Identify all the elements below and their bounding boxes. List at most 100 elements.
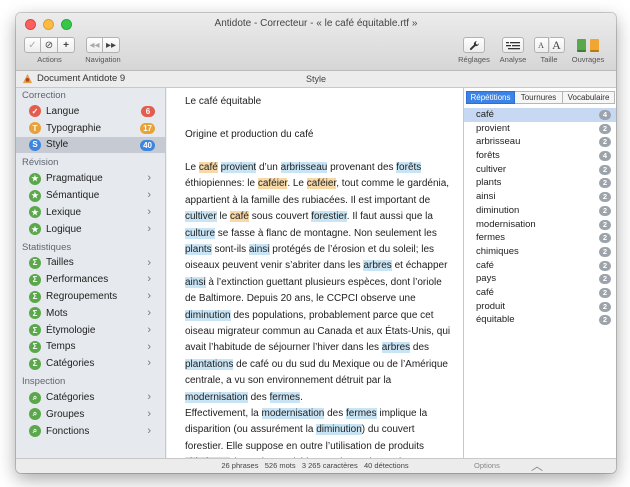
sidebar-item-categories-inspection[interactable]: ⌕ Catégories › — [16, 389, 165, 406]
repetition-word: ainsi — [476, 191, 496, 203]
ouvrages-button[interactable]: Ouvrages — [566, 37, 610, 64]
sidebar-item-semantique[interactable]: ★ Sémantique › — [16, 187, 165, 204]
typography-icon: T — [29, 122, 41, 135]
text-run: éthiopiennes: le — [185, 178, 258, 190]
sidebar-item-tailles[interactable]: Σ Tailles › — [16, 255, 165, 272]
highlighted-repetition[interactable]: caféier — [306, 178, 337, 190]
sidebar-item-mots[interactable]: Σ Mots › — [16, 305, 165, 322]
highlighted-repetition[interactable]: plantations — [185, 358, 234, 370]
highlighted-repetition[interactable]: ainsi — [185, 276, 206, 288]
repetition-item[interactable]: produit 2 — [464, 300, 616, 314]
highlighted-repetition[interactable]: forestier — [311, 211, 347, 223]
highlighted-repetition[interactable]: provient — [220, 162, 257, 173]
taille-label: Taille — [540, 55, 558, 64]
highlighted-repetition[interactable]: cultiver — [185, 211, 217, 223]
repetition-item[interactable]: provient 2 — [464, 122, 616, 136]
highlighted-repetition[interactable]: arbres — [363, 260, 392, 272]
sidebar-item-etymologie[interactable]: Σ Étymologie › — [16, 322, 165, 339]
sidebar-item-fonctions[interactable]: ⌕ Fonctions › — [16, 423, 165, 440]
add-button[interactable]: + — [58, 37, 75, 53]
repetition-item[interactable]: ainsi 2 — [464, 190, 616, 204]
sidebar-item-logique[interactable]: ★ Logique › — [16, 221, 165, 238]
highlighted-repetition[interactable]: diminution — [316, 424, 362, 436]
repetition-item[interactable]: chimiques 2 — [464, 245, 616, 259]
analyse-button[interactable]: Analyse — [496, 37, 530, 64]
sidebar-item-categories-stats[interactable]: Σ Catégories › — [16, 355, 165, 372]
highlighted-repetition[interactable]: forêts — [396, 162, 422, 173]
accept-button[interactable]: ✓ — [24, 37, 41, 53]
sidebar-item-typographie[interactable]: T Typographie 17 — [16, 120, 165, 137]
sidebar-heading: Correction — [22, 90, 66, 101]
repetition-item[interactable]: café 2 — [464, 259, 616, 273]
repetition-item[interactable]: café 2 — [464, 286, 616, 300]
repetition-count-badge: 2 — [599, 233, 611, 244]
text-run: . Il faut aussi que la — [346, 211, 433, 223]
reglages-button[interactable]: Réglages — [456, 37, 492, 64]
highlighted-repetition[interactable]: modernisation — [185, 391, 248, 403]
repetition-item[interactable]: modernisation 2 — [464, 218, 616, 232]
chevron-right-icon: › — [147, 407, 151, 420]
sidebar-item-pragmatique[interactable]: ★ Pragmatique › — [16, 170, 165, 187]
tab-tournures[interactable]: Tournures — [515, 91, 563, 104]
sidebar-section-correction: Correction ✓ Langue 6 T Typographie 17 S… — [16, 88, 165, 154]
repetition-item[interactable]: diminution 2 — [464, 204, 616, 218]
sidebar-item-performances[interactable]: Σ Performances › — [16, 271, 165, 288]
chevron-up-icon[interactable]: ︿ — [531, 457, 543, 473]
window-title: Antidote - Correcteur - « le café équita… — [214, 18, 418, 29]
highlighted-repetition[interactable]: arbres — [381, 342, 411, 354]
chevron-right-icon: › — [147, 306, 151, 319]
highlighted-repetition[interactable]: culture — [185, 227, 216, 239]
sidebar-item-regroupements[interactable]: Σ Regroupements › — [16, 288, 165, 305]
text-run: des — [324, 408, 347, 419]
style-icon: S — [29, 138, 41, 151]
tab-vocabulaire[interactable]: Vocabulaire — [563, 91, 615, 104]
repetition-count-badge: 2 — [599, 123, 611, 134]
ignore-button[interactable]: ⊘ — [41, 37, 58, 53]
document-text-area[interactable]: Le café équitable Origine et production … — [167, 88, 463, 458]
repetition-item[interactable]: cultiver 2 — [464, 163, 616, 177]
repetition-item[interactable]: pays 2 — [464, 272, 616, 286]
highlighted-repetition[interactable]: ainsi — [248, 244, 270, 256]
repetition-item[interactable]: fermes 2 — [464, 231, 616, 245]
sidebar-section-inspection: Inspection ⌕ Catégories › ⌕ Groupes › ⌕ … — [16, 374, 165, 439]
view-title: Style — [305, 74, 326, 84]
sidebar-item-groupes[interactable]: ⌕ Groupes › — [16, 406, 165, 423]
next-button[interactable]: ▸▸ — [103, 37, 120, 53]
repetition-item[interactable]: équitable 2 — [464, 313, 616, 327]
highlighted-repetition[interactable]: fermes — [269, 391, 301, 403]
sidebar-item-label: Performances — [46, 274, 109, 286]
sidebar-item-label: Temps — [46, 341, 76, 353]
highlighted-repetition[interactable]: café — [198, 162, 218, 173]
sigma-icon: Σ — [29, 290, 41, 303]
repetition-item[interactable]: plants 2 — [464, 176, 616, 190]
text-run: à l’extinction guettant plusieurs espèce… — [185, 276, 442, 305]
taille-control[interactable]: A A Taille — [532, 37, 566, 64]
highlighted-repetition[interactable]: arbrisseau — [280, 162, 328, 173]
highlighted-repetition[interactable]: caféier — [257, 178, 288, 190]
sidebar-item-style[interactable]: S Style 40 — [16, 136, 165, 154]
larger-text-button[interactable]: A — [549, 37, 565, 53]
taille-buttons: A A — [533, 37, 565, 53]
highlighted-repetition[interactable]: modernisation — [261, 408, 325, 419]
sidebar-item-lexique[interactable]: ★ Lexique › — [16, 204, 165, 221]
sidebar-item-label: Mots — [46, 307, 68, 319]
checkmark-icon: ✓ — [29, 105, 41, 118]
sidebar-item-temps[interactable]: Σ Temps › — [16, 339, 165, 356]
options-button[interactable]: Options — [474, 461, 500, 470]
repetition-item[interactable]: forêts 4 — [464, 149, 616, 163]
words-count: 526 mots — [264, 461, 296, 470]
sidebar-item-langue[interactable]: ✓ Langue 6 — [16, 103, 165, 120]
previous-button[interactable]: ◂◂ — [86, 37, 103, 53]
highlighted-repetition[interactable]: plants — [185, 244, 212, 256]
repetition-count-badge: 4 — [599, 151, 611, 162]
smaller-text-button[interactable]: A — [533, 37, 549, 53]
tab-repetitions[interactable]: Répétitions — [466, 91, 515, 104]
highlighted-repetition[interactable]: café — [230, 211, 249, 223]
repetition-item[interactable]: arbrisseau 2 — [464, 135, 616, 149]
text-run: sous couvert — [248, 211, 312, 223]
highlighted-repetition[interactable]: diminution — [185, 309, 231, 321]
repetition-item[interactable]: café 4 — [464, 108, 616, 122]
highlighted-repetition[interactable]: fermes — [346, 408, 377, 419]
repetition-word: plants — [476, 177, 502, 189]
repetition-count-badge: 2 — [599, 219, 611, 230]
